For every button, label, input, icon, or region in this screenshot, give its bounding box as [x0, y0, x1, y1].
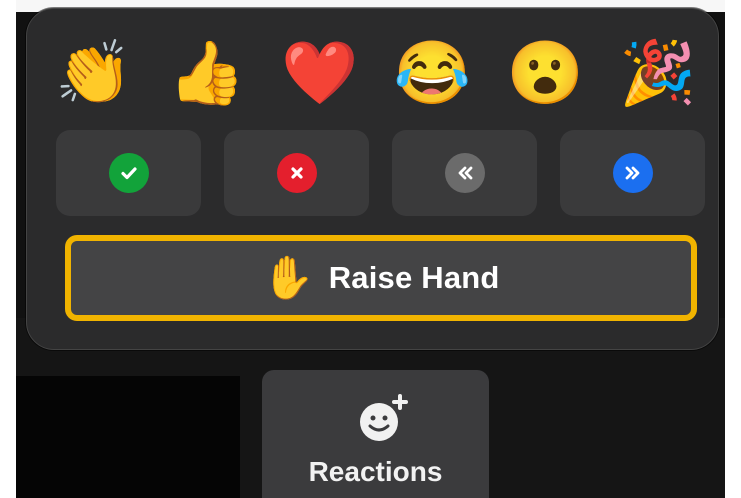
double-chevron-left-icon [444, 153, 485, 193]
add-reaction-icon [360, 394, 408, 441]
heart-icon[interactable]: ❤️ [281, 35, 359, 113]
thumbs-up-icon[interactable]: 👍 [168, 35, 246, 113]
no-button[interactable] [224, 130, 369, 216]
go-faster-button[interactable] [560, 130, 705, 216]
reactions-label: Reactions [308, 456, 443, 487]
raise-hand-label: Raise Hand [328, 260, 500, 295]
double-chevron-right-icon [612, 153, 653, 193]
meeting-screen: 👏 👍 ❤️ 😂 😮 🎉 ✋ Raise Hand Reactions [16, 0, 725, 498]
nonverbal-feedback-row [56, 130, 716, 216]
reactions-popover: 👏 👍 ❤️ 😂 😮 🎉 ✋ Raise Hand [26, 8, 719, 350]
x-icon [276, 153, 317, 193]
reactions-button[interactable]: Reactions [262, 370, 489, 498]
emoji-reaction-row: 👏 👍 ❤️ 😂 😮 🎉 [55, 31, 697, 117]
raised-hand-icon: ✋ [262, 254, 315, 301]
clapping-hands-icon[interactable]: 👏 [55, 35, 133, 113]
party-popper-icon[interactable]: 🎉 [619, 35, 697, 113]
yes-button[interactable] [56, 130, 201, 216]
go-slower-button[interactable] [392, 130, 537, 216]
toolbar-left-area [16, 376, 240, 498]
tears-of-joy-icon[interactable]: 😂 [393, 35, 471, 113]
checkmark-icon [108, 153, 149, 193]
raise-hand-button[interactable]: ✋ Raise Hand [65, 235, 697, 321]
surprised-face-icon[interactable]: 😮 [506, 35, 584, 113]
